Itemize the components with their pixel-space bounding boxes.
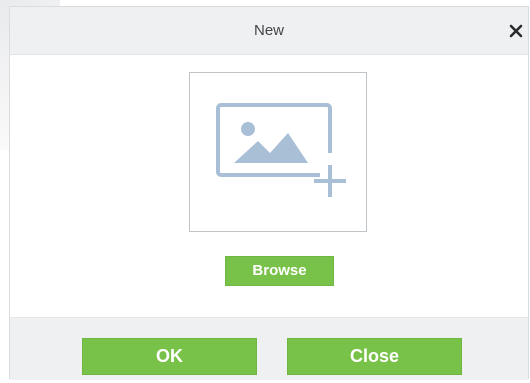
dialog-header: New [10,7,528,55]
dialog-footer: OK Close [10,317,528,380]
ok-button[interactable]: OK [82,338,257,375]
browse-button[interactable]: Browse [225,256,334,286]
image-add-icon [216,103,346,197]
photo-preview [189,72,367,232]
new-dialog: New Browse OK Close [9,6,529,380]
dialog-title: New [253,22,284,39]
close-icon[interactable] [506,21,526,41]
close-button[interactable]: Close [287,338,462,375]
